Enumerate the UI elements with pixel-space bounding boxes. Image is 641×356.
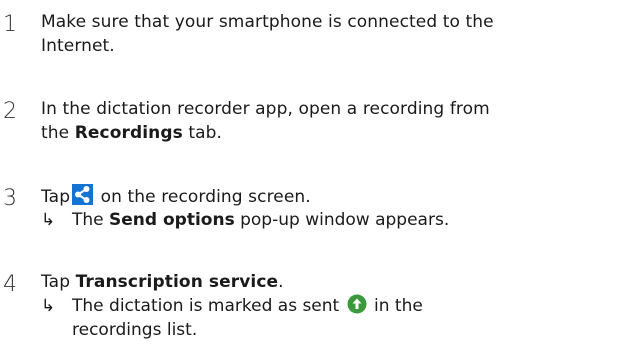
step-result: ↳ The Send options pop-up window appears…	[41, 208, 641, 232]
text-fragment: the	[41, 123, 75, 143]
step-text-line: Internet.	[41, 36, 115, 56]
text-fragment: tab.	[182, 123, 223, 143]
window-name-send-options: Send options	[109, 210, 235, 230]
step-text-line: In the dictation recorder app, open a re…	[41, 99, 490, 119]
text-fragment: in the	[374, 296, 423, 316]
step-number: 2	[3, 99, 17, 124]
share-icon	[72, 184, 94, 205]
text-fragment: Tap	[41, 272, 76, 292]
step-text: Make sure that your smartphone is connec…	[41, 10, 641, 58]
text-fragment: on the recording screen.	[100, 187, 311, 207]
option-name-transcription-service: Transcription service	[75, 272, 279, 292]
step-text-line: Make sure that your smartphone is connec…	[41, 12, 494, 32]
text-fragment: Tap	[41, 187, 71, 207]
sent-upload-icon	[347, 294, 367, 314]
step-text: Tap Transcription service.	[41, 270, 641, 294]
text-fragment: .	[278, 272, 284, 292]
text-fragment: The dictation is marked as sent	[72, 296, 340, 316]
result-arrow-icon: ↳	[41, 210, 56, 230]
step-text-line: the Recordings tab.	[41, 121, 641, 145]
tab-name-recordings: Recordings	[74, 123, 183, 143]
step-number: 4	[3, 272, 17, 297]
text-fragment: pop-up window appears.	[234, 210, 450, 230]
result-text: The dictation is marked as sent in the r…	[72, 294, 641, 342]
step-number: 3	[3, 186, 17, 211]
result-arrow-icon: ↳	[41, 296, 56, 316]
step-text: Tap on the recording screen.	[41, 184, 641, 209]
result-text-line: recordings list.	[72, 320, 198, 340]
result-text-line: The dictation is marked as sent in the	[72, 294, 641, 318]
result-text: The Send options pop-up window appears.	[72, 208, 641, 232]
text-fragment: The	[72, 210, 110, 230]
step-text: In the dictation recorder app, open a re…	[41, 97, 641, 145]
step-number: 1	[3, 12, 17, 37]
step-result: ↳ The dictation is marked as sent in the…	[41, 294, 641, 340]
